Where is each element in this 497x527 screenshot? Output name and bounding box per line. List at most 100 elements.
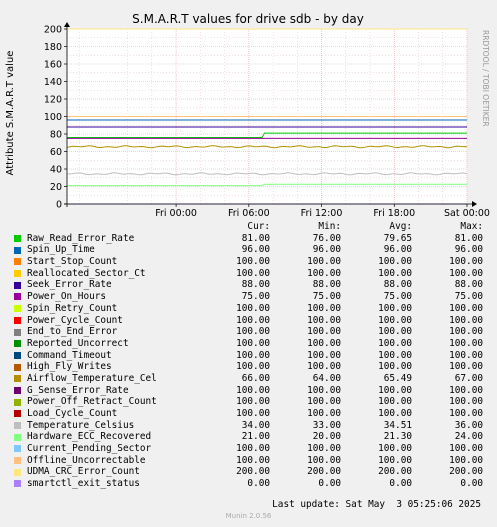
legend-max: 24.00 — [454, 431, 483, 443]
legend-max: 100.00 — [449, 256, 483, 268]
legend-label: High_Fly_Writes — [27, 361, 112, 373]
legend-min: 100.00 — [307, 267, 341, 279]
x-tick-label: Fri 12:00 — [301, 208, 343, 219]
x-tick-label: Fri 00:00 — [155, 208, 197, 219]
legend-swatch — [14, 305, 21, 313]
y-tick-label: 40 — [50, 165, 62, 176]
legend-swatch — [14, 281, 21, 289]
legend-min: 100.00 — [307, 337, 341, 349]
legend-row-load-cycle-count: Load_Cycle_Count 100.00 100.00 100.00 100.00 — [8, 408, 492, 420]
legend-swatch — [14, 258, 21, 266]
legend-cur: 88.00 — [241, 279, 270, 291]
legend-header-max: Max: — [460, 221, 483, 232]
legend-cur: 0.00 — [247, 478, 270, 490]
legend-cur: 100.00 — [236, 454, 270, 466]
legend-cur: 34.00 — [241, 419, 270, 431]
legend-max: 100.00 — [449, 384, 483, 396]
legend-row-smartctl-exit-status: smartctl_exit_status 0.00 0.00 0.00 0.00 — [8, 478, 492, 490]
legend-header-avg: Avg: — [389, 221, 412, 232]
chart-title: S.M.A.R.T values for drive sdb - by day — [132, 12, 364, 26]
legend-max: 100.00 — [449, 408, 483, 419]
legend-label: Reported_Uncorrect — [27, 337, 129, 349]
legend-max: 100.00 — [449, 361, 483, 373]
legend-label: Spin_Retry_Count — [27, 302, 118, 314]
legend-max: 96.00 — [454, 244, 483, 256]
legend-label: smartctl_exit_status — [27, 478, 140, 490]
legend-swatch — [14, 328, 21, 336]
y-tick-label: 200 — [44, 25, 62, 36]
legend-label: Reallocated_Sector_Ct — [27, 267, 146, 279]
legend-cur: 100.00 — [236, 408, 270, 419]
legend-row-offline-uncorrectable: Offline_Uncorrectable 100.00 100.00 100.00 1… — [8, 455, 492, 467]
legend-avg: 100.00 — [378, 267, 412, 279]
legend-swatch — [14, 340, 21, 348]
legend-swatch — [14, 386, 21, 394]
legend-min: 100.00 — [307, 302, 341, 314]
legend-min: 100.00 — [307, 256, 341, 268]
legend-max: 100.00 — [449, 443, 483, 455]
legend-min: 100.00 — [307, 408, 341, 419]
legend-max: 100.00 — [449, 267, 483, 279]
legend-swatch — [14, 375, 21, 383]
last-update: Last update: Sat May 3 05:25:06 2025 — [272, 499, 481, 510]
legend-swatch — [14, 398, 21, 406]
munin-version: Munin 2.0.56 — [225, 512, 272, 520]
legend-label: Current_Pending_Sector — [27, 443, 152, 455]
legend-swatch — [14, 457, 21, 465]
legend-avg: 100.00 — [378, 302, 412, 314]
legend-max: 200.00 — [449, 466, 483, 478]
legend-header: Cur: Min: Avg: Max: — [8, 221, 492, 233]
legend-row-command-timeout: Command_Timeout 100.00 100.00 100.00 100.00 — [8, 350, 492, 362]
legend-max: 36.00 — [454, 419, 483, 431]
legend-min: 64.00 — [312, 372, 341, 384]
legend-swatch — [14, 235, 21, 243]
legend-avg: 34.51 — [383, 419, 412, 431]
y-tick-label: 60 — [50, 147, 62, 158]
legend-min: 96.00 — [312, 244, 341, 256]
legend-avg: 0.00 — [389, 478, 412, 490]
legend-min: 100.00 — [307, 454, 341, 466]
legend-min: 200.00 — [307, 466, 341, 478]
legend-cur: 200.00 — [236, 466, 270, 478]
legend-cur: 21.00 — [241, 431, 270, 443]
legend-avg: 100.00 — [378, 337, 412, 349]
legend-label: Hardware_ECC_Recovered — [27, 431, 152, 443]
legend-swatch — [14, 468, 21, 476]
legend-cur: 100.00 — [236, 349, 270, 361]
legend-row-spin-up-time: Spin_Up_Time 96.00 96.00 96.00 96.00 — [8, 244, 492, 256]
legend-label: Spin_Up_Time — [27, 244, 95, 256]
legend-min: 33.00 — [312, 419, 341, 431]
legend-row-start-stop-count: Start_Stop_Count 100.00 100.00 100.00 100.00 — [8, 256, 492, 268]
legend-label: Seek_Error_Rate — [27, 279, 112, 291]
y-tick-label: 80 — [50, 130, 62, 141]
legend-header-cur: Cur: — [247, 221, 270, 232]
x-tick-label: Fri 06:00 — [228, 208, 270, 219]
legend-max: 100.00 — [449, 337, 483, 349]
legend-cur: 66.00 — [241, 372, 270, 384]
legend-row-power-on-hours: Power_On_Hours 75.00 75.00 75.00 75.00 — [8, 291, 492, 303]
legend-min: 100.00 — [307, 396, 341, 408]
x-tick-label: Fri 18:00 — [373, 208, 415, 219]
legend-avg: 100.00 — [378, 454, 412, 466]
legend-cur: 81.00 — [241, 232, 270, 244]
legend-cur: 96.00 — [241, 244, 270, 256]
legend-swatch — [14, 351, 21, 359]
legend-cur: 100.00 — [236, 326, 270, 338]
legend-min: 20.00 — [312, 431, 341, 443]
legend-max: 81.00 — [454, 232, 483, 244]
legend-row-high-fly-writes: High_Fly_Writes 100.00 100.00 100.00 100.00 — [8, 361, 492, 373]
legend-label: Load_Cycle_Count — [27, 408, 118, 419]
legend-min: 100.00 — [307, 326, 341, 338]
y-tick-label: 0 — [56, 200, 62, 211]
legend-cur: 100.00 — [236, 267, 270, 279]
legend-max: 100.00 — [449, 314, 483, 326]
legend-row-g-sense-error-rate: G_Sense_Error_Rate 100.00 100.00 100.00 100.… — [8, 385, 492, 397]
legend-swatch — [14, 410, 21, 418]
legend-cur: 100.00 — [236, 384, 270, 396]
legend-avg: 100.00 — [378, 256, 412, 268]
y-axis-title: Attribute S.M.A.R.T value — [5, 51, 16, 176]
y-tick-label: 140 — [44, 77, 62, 88]
legend-cur: 100.00 — [236, 443, 270, 455]
legend-swatch — [14, 316, 21, 324]
chart: S.M.A.R.T values for drive sdb - by day … — [5, 12, 490, 219]
